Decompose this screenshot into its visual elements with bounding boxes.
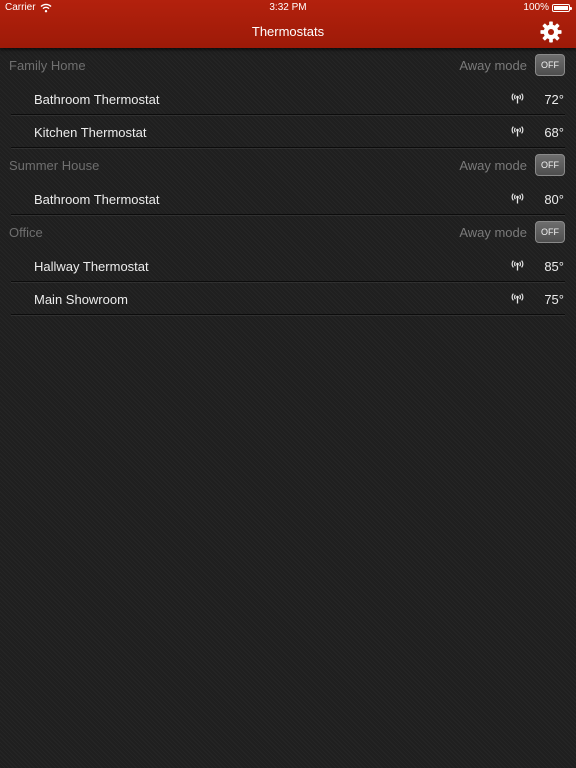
thermostat-name: Bathroom Thermostat (34, 92, 160, 107)
section-title: Family Home (9, 58, 86, 73)
battery-fill (554, 5, 568, 10)
thermostat-temperature: 80° (544, 192, 564, 207)
signal-icon (511, 293, 524, 304)
status-bar: Carrier 3:32 PM 100% (0, 0, 576, 16)
thermostat-temperature: 68° (544, 125, 564, 140)
away-mode-toggle[interactable]: OFF (535, 221, 565, 243)
thermostat-name: Kitchen Thermostat (34, 125, 147, 140)
away-mode-toggle[interactable]: OFF (535, 154, 565, 176)
navigation-bar: Carrier 3:32 PM 100% Thermostats (0, 0, 576, 48)
location-section: Summer House Away mode OFF Bathroom Ther… (0, 148, 576, 215)
page-title: Thermostats (251, 24, 325, 39)
thermostat-temperature: 75° (544, 292, 564, 307)
thermostat-row[interactable]: Bathroom Thermostat 72° (0, 82, 576, 115)
section-header: Office Away mode OFF (0, 215, 576, 249)
away-mode-toggle[interactable]: OFF (535, 54, 565, 76)
thermostat-name: Main Showroom (34, 292, 128, 307)
away-mode-label: Away mode (459, 225, 527, 240)
section-rows: Bathroom Thermostat 72° Kitchen Thermost… (0, 82, 576, 148)
battery-icon (552, 3, 572, 12)
section-rows: Bathroom Thermostat 80° (0, 182, 576, 215)
section-header: Summer House Away mode OFF (0, 148, 576, 182)
signal-icon (511, 260, 524, 271)
signal-icon (511, 93, 524, 104)
thermostat-list: Family Home Away mode OFF Bathroom Therm… (0, 48, 576, 315)
thermostat-temperature: 85° (544, 259, 564, 274)
thermostat-row[interactable]: Main Showroom 75° (0, 282, 576, 315)
section-title: Office (9, 225, 43, 240)
section-title: Summer House (9, 158, 100, 173)
signal-icon (511, 126, 524, 137)
thermostat-name: Bathroom Thermostat (34, 192, 160, 207)
location-section: Office Away mode OFF Hallway Thermostat … (0, 215, 576, 315)
battery-percent: 100% (523, 2, 549, 13)
away-mode-label: Away mode (459, 58, 527, 73)
thermostat-row[interactable]: Bathroom Thermostat 80° (0, 182, 576, 215)
thermostat-temperature: 72° (544, 92, 564, 107)
location-section: Family Home Away mode OFF Bathroom Therm… (0, 48, 576, 148)
thermostat-row[interactable]: Hallway Thermostat 85° (0, 249, 576, 282)
section-rows: Hallway Thermostat 85° Main Showroom 75° (0, 249, 576, 315)
section-header: Family Home Away mode OFF (0, 48, 576, 82)
signal-icon (511, 193, 524, 204)
status-time: 3:32 PM (269, 2, 307, 13)
battery-indicator: 100% (523, 2, 572, 13)
settings-button[interactable] (540, 21, 562, 43)
thermostat-name: Hallway Thermostat (34, 259, 149, 274)
away-mode-label: Away mode (459, 158, 527, 173)
thermostat-row[interactable]: Kitchen Thermostat 68° (0, 115, 576, 148)
